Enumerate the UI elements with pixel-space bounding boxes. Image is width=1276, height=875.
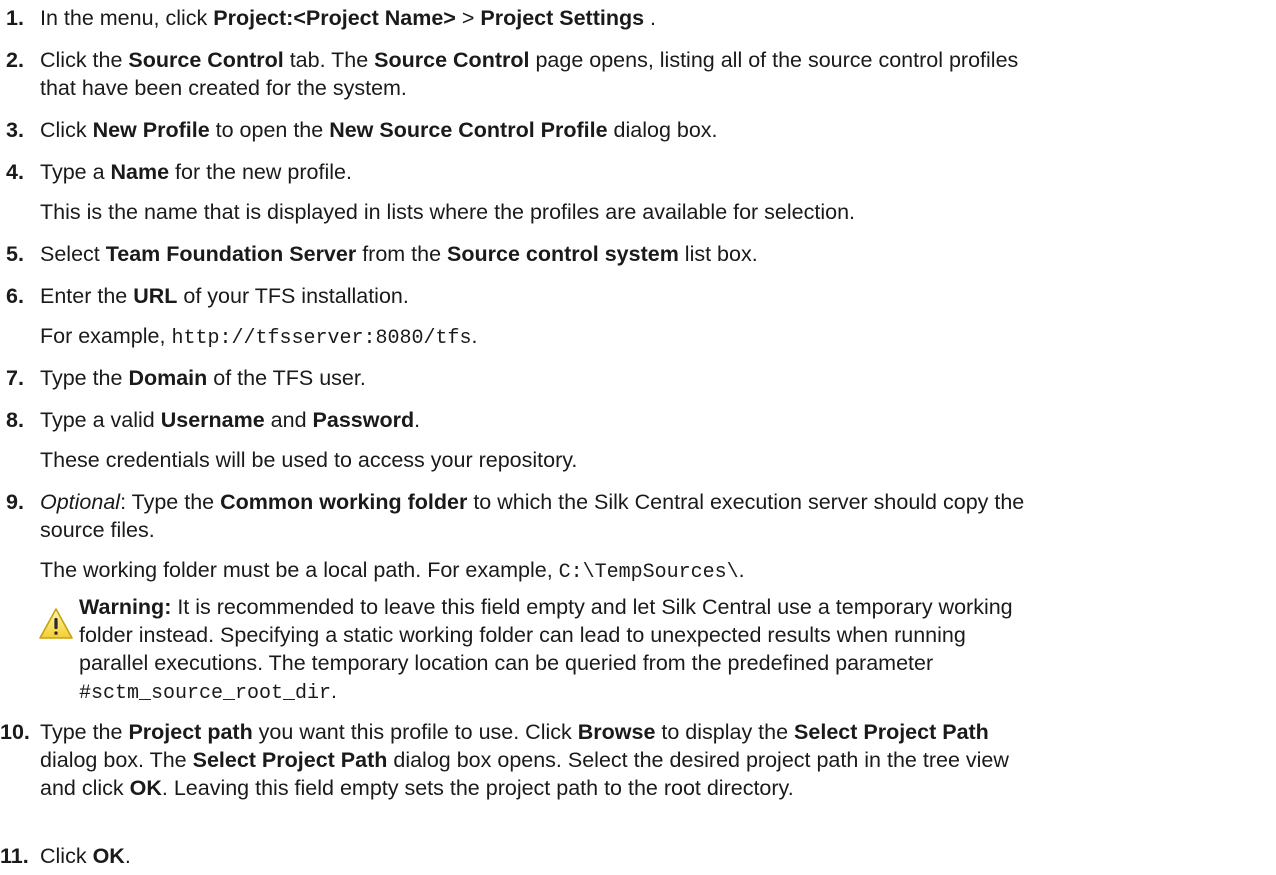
warning-note: Warning: It is recommended to leave this… [79,595,1013,705]
step-number: 8. [6,408,24,432]
url-example: http://tfsserver:8080/tfs [171,327,472,350]
step-text: Type a valid Username and Password. [40,408,421,432]
step-number: 11. [0,844,29,868]
step-text: Click the Source Control tab. The Source… [40,48,1019,100]
step-text: In the menu, click Project:<Project Name… [40,6,657,30]
path-example: C:\TempSources\ [558,561,739,584]
step-text: Click New Profile to open the New Source… [40,118,718,142]
warning-triangle-icon [39,608,73,639]
step-text: Type the Domain of the TFS user. [40,366,366,390]
parameter-name: #sctm_source_root_dir [79,682,332,705]
step-text: Type a Name for the new profile. [40,160,352,184]
step-number: 5. [6,242,24,266]
step-text: Enter the URL of your TFS installation. [40,284,409,308]
step-number: 1. [6,6,24,30]
step-text: Optional: Type the Common working folder… [40,490,1025,542]
step-number: 9. [6,490,24,514]
step-text: Type the Project path you want this prof… [40,720,1009,800]
step-number: 10. [0,720,30,744]
step-text: Click OK. [40,844,131,868]
step-number: 7. [6,366,24,390]
step-number: 2. [6,48,24,72]
step-number: 6. [6,284,24,308]
step-text: Select Team Foundation Server from the S… [40,242,758,266]
warning-label: Warning: [79,595,172,619]
step-number: 4. [6,160,24,184]
step-number: 3. [6,118,24,142]
